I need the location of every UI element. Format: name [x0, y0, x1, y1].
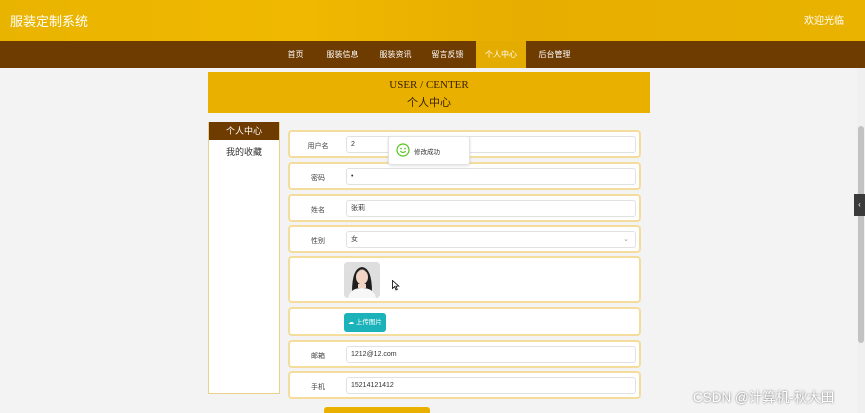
name-row: 姓名 张莉: [288, 194, 641, 222]
nav-item-clothing-news[interactable]: 服装资讯: [373, 41, 418, 68]
smile-icon: [396, 143, 410, 157]
sidebar-item-favorites[interactable]: 我的收藏: [209, 143, 279, 161]
password-label: 密码: [311, 175, 325, 182]
chevron-left-icon[interactable]: ‹: [854, 194, 865, 216]
avatar-row: [288, 256, 641, 303]
avatar-image: [344, 262, 380, 298]
phone-row: 手机 15214121412: [288, 371, 641, 399]
gender-row: 性别 女 ⌄: [288, 225, 641, 253]
cloud-upload-icon: ☁: [348, 320, 355, 326]
upload-image-button[interactable]: ☁ 上传图片: [344, 313, 386, 332]
nav-item-feedback[interactable]: 留言反馈: [425, 41, 470, 68]
nav-item-home[interactable]: 首页: [279, 41, 312, 68]
main-nav: 首页 服装信息 服装资讯 留言反馈 个人中心 后台管理: [0, 41, 865, 68]
watermark: CSDN @计算机-秋大田: [693, 390, 835, 405]
gender-label: 性别: [311, 238, 325, 245]
upload-row: ☁ 上传图片: [288, 307, 641, 336]
name-field[interactable]: 张莉: [346, 200, 636, 217]
submit-button[interactable]: [324, 407, 430, 413]
username-label: 用户名: [307, 143, 329, 150]
scrollbar-thumb[interactable]: [858, 126, 864, 343]
chevron-down-icon: ⌄: [623, 236, 629, 243]
email-row: 邮箱 1212@12.com: [288, 340, 641, 368]
upload-button-label: 上传图片: [355, 319, 382, 326]
banner-title-cn: 个人中心: [407, 97, 451, 109]
page-scrollbar[interactable]: [857, 68, 865, 413]
gender-select[interactable]: 女 ⌄: [346, 231, 636, 248]
nav-item-user-center[interactable]: 个人中心: [476, 41, 526, 68]
email-field[interactable]: 1212@12.com: [346, 346, 636, 363]
gender-value: 女: [351, 236, 358, 243]
name-label: 姓名: [311, 207, 325, 214]
sidebar: 个人中心 我的收藏: [208, 122, 280, 394]
email-label: 邮箱: [311, 353, 325, 360]
password-row: 密码 •: [288, 162, 641, 190]
phone-label: 手机: [311, 384, 325, 391]
nav-item-admin[interactable]: 后台管理: [532, 41, 577, 68]
banner-title-en: USER / CENTER: [389, 79, 469, 91]
page-banner: USER / CENTER 个人中心: [208, 72, 650, 113]
welcome-text: 欢迎光临: [804, 16, 844, 27]
mouse-cursor-icon: [392, 280, 400, 291]
password-field[interactable]: •: [346, 168, 636, 185]
toast-message: 修改成功: [414, 149, 440, 156]
phone-field[interactable]: 15214121412: [346, 377, 636, 394]
success-toast: 修改成功: [388, 136, 470, 165]
nav-item-clothing-info[interactable]: 服装信息: [320, 41, 365, 68]
site-brand[interactable]: 服装定制系统: [10, 11, 88, 30]
sidebar-item-user-center[interactable]: 个人中心: [209, 122, 279, 140]
top-bar: 服装定制系统 欢迎光临: [0, 0, 865, 41]
